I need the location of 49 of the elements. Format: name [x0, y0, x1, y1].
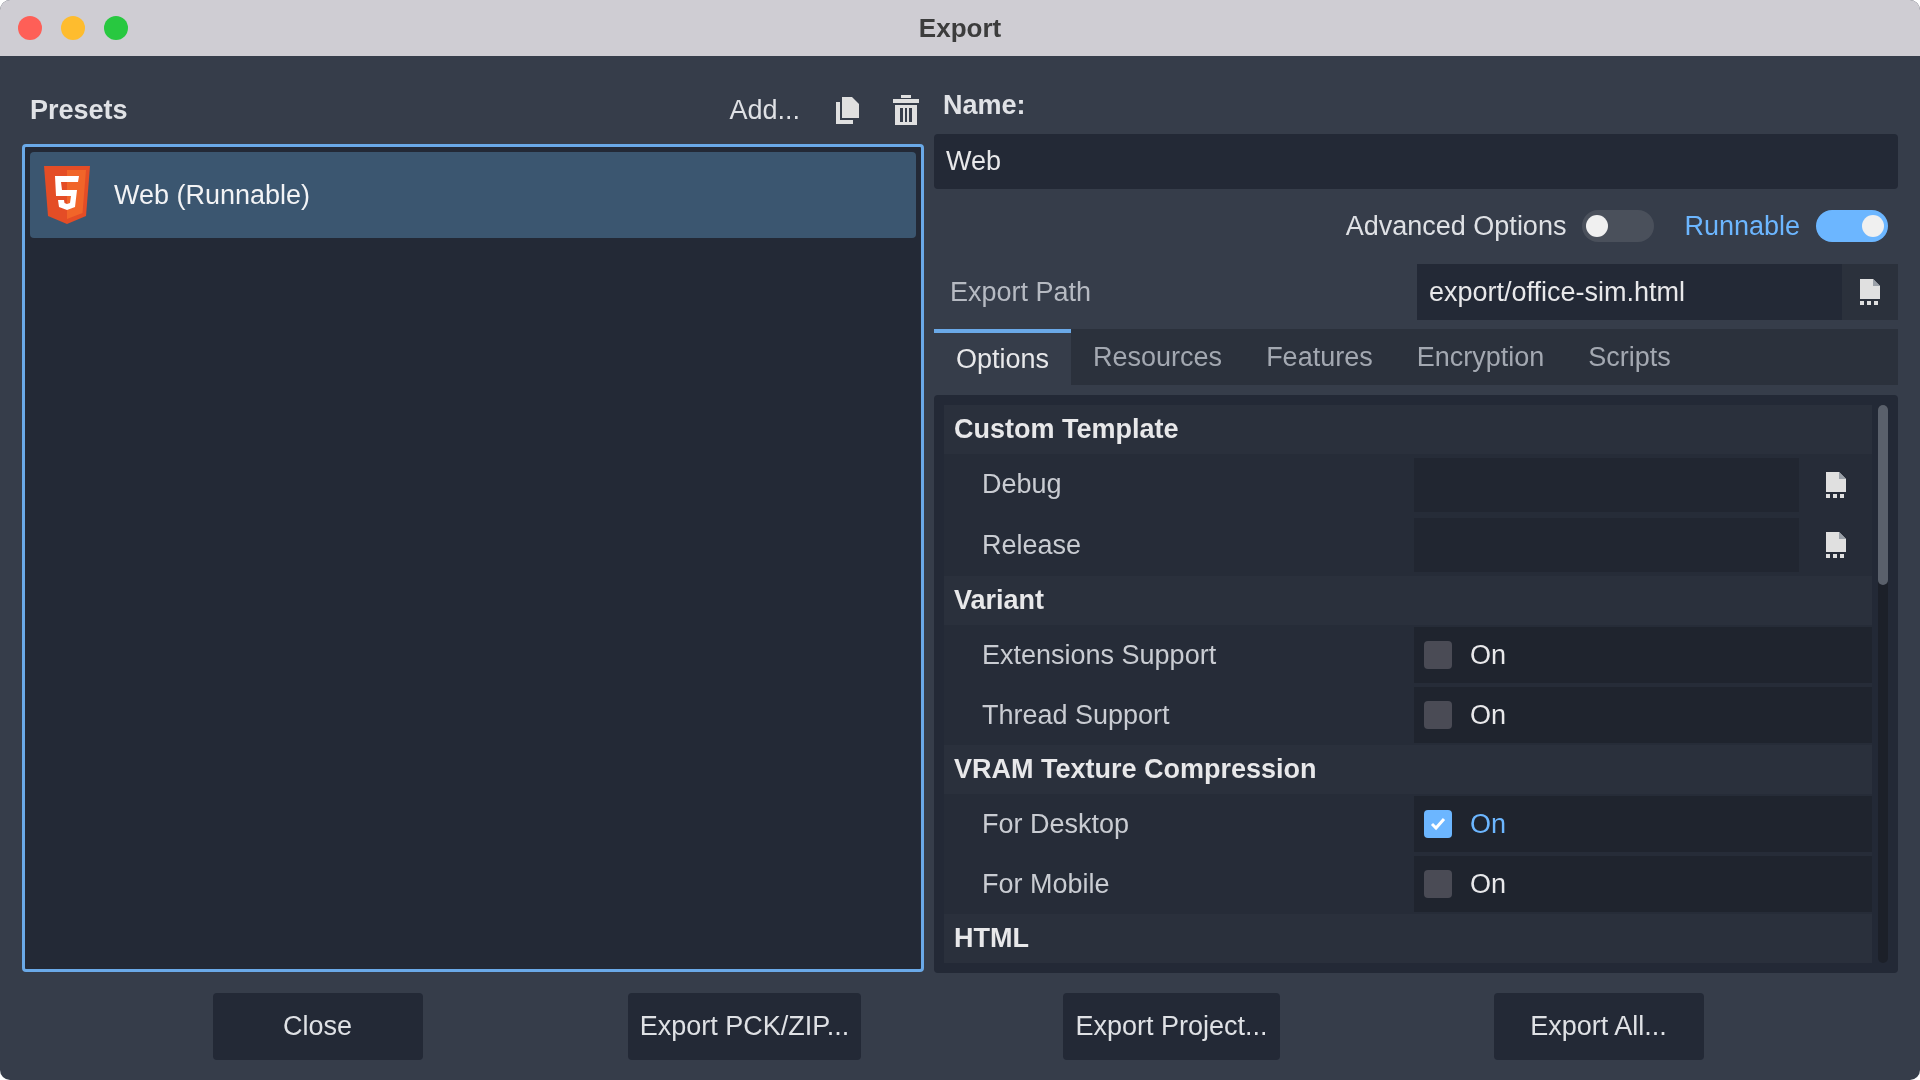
- tab[interactable]: Encryption: [1394, 329, 1567, 385]
- checkbox-label: On: [1470, 807, 1507, 841]
- dialog-button[interactable]: Close: [212, 993, 423, 1060]
- tab[interactable]: Resources: [1071, 329, 1245, 385]
- toggle-label: Runnable: [1684, 209, 1800, 243]
- tab[interactable]: Options: [934, 329, 1072, 385]
- checkbox-label: On: [1470, 698, 1507, 732]
- add-button[interactable]: Add...: [729, 89, 800, 131]
- copy-icon[interactable]: [834, 96, 860, 124]
- dialog-button[interactable]: Export PCK/ZIP...: [627, 993, 862, 1060]
- file-icon[interactable]: [1823, 470, 1848, 499]
- option-label: Extensions Support: [981, 638, 1218, 672]
- html5-logo-icon: [44, 166, 90, 224]
- option-label: For Desktop: [981, 807, 1131, 841]
- option-label: For Mobile: [981, 867, 1111, 901]
- presets-heading: Presets: [30, 93, 129, 127]
- maximize-window-button[interactable]: [104, 16, 128, 40]
- option-label: Thread Support: [981, 698, 1171, 732]
- checkbox[interactable]: [1424, 700, 1452, 729]
- window-title: Export: [918, 11, 1002, 45]
- checkbox-label: On: [1470, 638, 1507, 672]
- checkbox[interactable]: [1424, 641, 1452, 670]
- export-path-label: Export Path: [949, 276, 1093, 310]
- file-icon[interactable]: [1858, 278, 1882, 307]
- toggle-label: Advanced Options: [1345, 209, 1567, 243]
- checkbox[interactable]: [1424, 869, 1452, 898]
- toggle-switch[interactable]: [1816, 210, 1888, 242]
- option-label: Debug: [981, 468, 1063, 502]
- trash-icon[interactable]: [892, 95, 920, 125]
- dialog-button[interactable]: Export Project...: [1063, 993, 1280, 1060]
- toggle-switch[interactable]: [1582, 210, 1655, 242]
- preset-item[interactable]: Web (Runnable): [30, 152, 916, 238]
- name-label: Name:: [943, 88, 1026, 122]
- option-label: Release: [981, 529, 1083, 563]
- name-field[interactable]: Web: [934, 133, 1898, 189]
- section-heading: HTML: [954, 922, 1029, 956]
- section-heading: Custom Template: [954, 413, 1179, 447]
- close-window-button[interactable]: [18, 16, 42, 40]
- checkbox[interactable]: [1424, 809, 1452, 838]
- section-heading: VRAM Texture Compression: [954, 753, 1317, 787]
- file-icon[interactable]: [1823, 531, 1848, 560]
- tab[interactable]: Features: [1244, 329, 1395, 385]
- export-path-field[interactable]: export/office-sim.html: [1417, 264, 1842, 321]
- preset-name: Web (Runnable): [114, 178, 311, 212]
- scrollbar[interactable]: [1878, 405, 1888, 963]
- section-heading: Variant: [954, 584, 1045, 618]
- dialog-button[interactable]: Export All...: [1493, 993, 1704, 1060]
- checkbox-label: On: [1470, 867, 1507, 901]
- tab[interactable]: Scripts: [1566, 329, 1693, 385]
